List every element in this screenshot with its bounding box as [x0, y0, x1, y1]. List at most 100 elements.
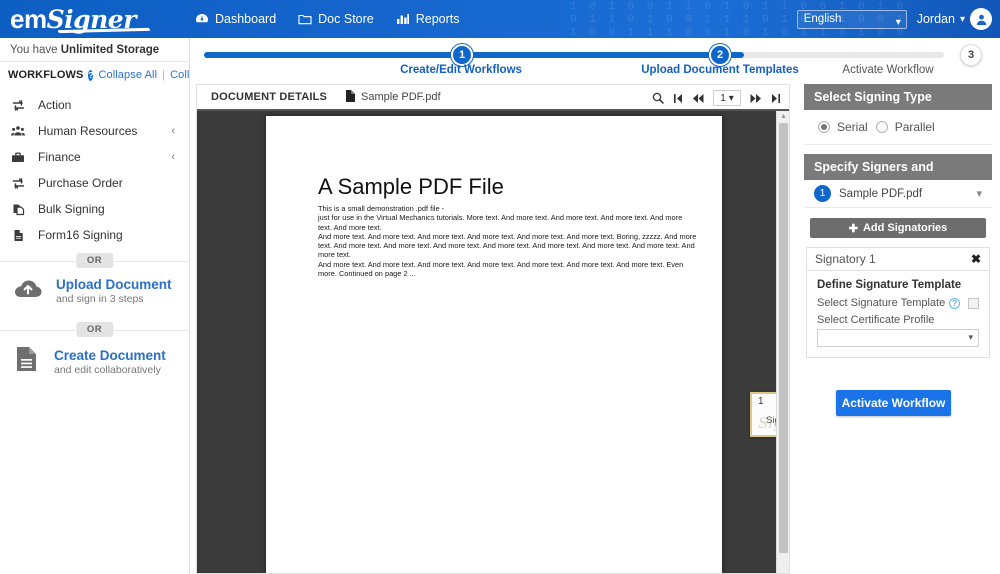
help-icon[interactable]: ? [949, 297, 961, 309]
nav-item-doc-store[interactable]: Doc Store [298, 12, 374, 26]
close-icon[interactable]: ✖ [971, 252, 981, 266]
certificate-profile-select[interactable]: ▾ [817, 329, 979, 347]
upload-document-text: Upload Document and sign in 3 steps [56, 277, 172, 305]
copy-files-icon [10, 203, 26, 216]
radio-option-parallel[interactable]: Parallel [875, 120, 935, 134]
select-profile-label: Select Certificate Profile [817, 314, 935, 326]
signatory-row[interactable]: Signatory 1 ✖ [806, 247, 990, 271]
sidebar-label-finance: Finance [38, 150, 81, 164]
step-circle-1[interactable]: 1 [451, 44, 473, 66]
step-circle-3[interactable]: 3 [960, 44, 982, 66]
scroll-up-icon[interactable]: ▲ [780, 113, 787, 120]
step-label-3[interactable]: Activate Workflow [798, 64, 978, 76]
help-icon[interactable]: ? [88, 69, 94, 81]
sidebar-label-action: Action [38, 98, 72, 112]
step-number-1: 1 [458, 49, 466, 61]
workflow-step-bar: 1 Create/Edit Workflows 2 Upload Documen… [190, 38, 1000, 83]
chevron-down-icon: ▾ [895, 16, 901, 28]
sidebar-item-action[interactable]: Action [0, 92, 189, 118]
nav-item-reports[interactable]: Reports [396, 12, 460, 26]
workflows-title: WORKFLOWS [8, 69, 84, 81]
sidebar-item-bulk-signing[interactable]: Bulk Signing [0, 196, 189, 222]
create-document-action[interactable]: Create Document and edit collaboratively [0, 331, 189, 390]
sidebar-label-human-resources: Human Resources [38, 124, 138, 138]
language-selector[interactable]: English ▾ [796, 9, 907, 29]
zoom-icon[interactable] [652, 92, 664, 104]
step-number-3: 3 [967, 49, 975, 61]
next-page-button[interactable] [750, 93, 762, 104]
storage-prefix: You have [10, 44, 61, 56]
first-page-button[interactable] [673, 93, 683, 104]
or-badge: OR [75, 253, 114, 268]
language-selector-value: English [803, 12, 842, 25]
step-number-2: 2 [716, 49, 724, 61]
signer-position-number: 1 [758, 396, 764, 407]
create-document-subtitle: and edit collaboratively [54, 363, 161, 376]
template-checkbox[interactable] [968, 297, 979, 309]
or-badge: OR [75, 322, 114, 337]
user-menu[interactable]: Jordan ▾ [917, 8, 992, 30]
upload-document-action[interactable]: Upload Document and sign in 3 steps [0, 262, 189, 317]
step-label-1[interactable]: Create/Edit Workflows [371, 64, 551, 76]
previous-page-button[interactable] [692, 93, 704, 104]
nav-label-reports: Reports [415, 12, 460, 26]
radio-serial-icon[interactable] [818, 121, 830, 133]
specify-signers-header: Specify Signers and Positions [804, 154, 992, 200]
sidebar-label-bulk-signing: Bulk Signing [38, 202, 105, 216]
nav-label-doc-store: Doc Store [318, 12, 374, 26]
avatar[interactable] [970, 8, 992, 30]
step-circle-2[interactable]: 2 [709, 44, 731, 66]
pdf-pagination-controls: 1 ▾ [652, 85, 781, 111]
collapse-all-link[interactable]: Collapse All [98, 69, 157, 81]
pdf-paragraph-3: And more text. And more text. And more t… [318, 231, 697, 260]
upload-document-title[interactable]: Upload Document [56, 277, 172, 292]
pdf-body-text: This is a small demonstration .pdf file … [318, 204, 698, 278]
pdf-heading: A Sample PDF File [318, 174, 504, 199]
create-document-text: Create Document and edit collaboratively [54, 348, 166, 376]
file-icon [10, 229, 26, 242]
radio-option-serial[interactable]: Serial [818, 120, 868, 134]
chevron-left-icon[interactable]: ‹ [171, 125, 175, 137]
sidebar: You have Unlimited Storage WORKFLOWS ? C… [0, 38, 190, 574]
document-file-label: Sample PDF.pdf [345, 89, 441, 105]
chart-bar-icon [396, 13, 410, 25]
pdf-paragraph-1: This is a small demonstration .pdf file … [318, 204, 445, 213]
nav-label-dashboard: Dashboard [215, 12, 277, 26]
briefcase-icon [10, 151, 26, 164]
step-progress-fill [204, 52, 744, 58]
plus-icon: ✚ [848, 222, 858, 235]
step-label-2[interactable]: Upload Document Templates [620, 64, 820, 76]
link-separator: | [162, 69, 166, 81]
collapse-link[interactable]: Collapse [170, 69, 189, 81]
document-details-title: DOCUMENT DETAILS [211, 91, 328, 103]
chevron-down-icon[interactable]: ▾ [976, 187, 982, 200]
page-number-value: 1 [720, 92, 726, 104]
pdf-page[interactable]: A Sample PDF File This is a small demons… [266, 116, 789, 573]
document-panel: DOCUMENT DETAILS Sample PDF.pdf 1 ▾ A Sa… [196, 84, 790, 574]
pdf-viewer[interactable]: A Sample PDF File This is a small demons… [197, 111, 789, 573]
file-icon [345, 89, 356, 105]
radio-parallel-icon[interactable] [875, 121, 888, 133]
add-signatories-button[interactable]: ✚ Add Signatories [810, 218, 986, 238]
sidebar-item-purchase-order[interactable]: Purchase Order [0, 170, 189, 196]
radio-label-parallel: Parallel [894, 120, 935, 134]
upload-document-subtitle: and sign in 3 steps [56, 292, 144, 305]
sidebar-item-finance[interactable]: Finance ‹ [0, 144, 189, 170]
scrollbar-thumb[interactable] [779, 123, 788, 553]
cloud-upload-icon [12, 276, 44, 305]
workflows-menu: Action Human Resources ‹ Finance ‹ Purch… [0, 88, 189, 248]
document-toolbar: DOCUMENT DETAILS Sample PDF.pdf 1 ▾ [197, 85, 789, 111]
pdf-vertical-scrollbar[interactable]: ▲ [776, 111, 789, 573]
sidebar-item-human-resources[interactable]: Human Resources ‹ [0, 118, 189, 144]
select-template-label: Select Signature Template [817, 297, 946, 309]
file-badge: 1 [814, 185, 831, 202]
sidebar-item-form16-signing[interactable]: Form16 Signing [0, 222, 189, 248]
create-document-title[interactable]: Create Document [54, 348, 166, 363]
chevron-left-icon[interactable]: ‹ [171, 151, 175, 163]
activate-workflow-button[interactable]: Activate Workflow [836, 390, 951, 416]
page-number-selector[interactable]: 1 ▾ [713, 90, 741, 106]
storage-notice: You have Unlimited Storage [0, 38, 189, 62]
last-page-button[interactable] [771, 93, 781, 104]
chevron-down-icon: ▾ [728, 92, 734, 104]
nav-item-dashboard[interactable]: Dashboard [195, 12, 276, 26]
